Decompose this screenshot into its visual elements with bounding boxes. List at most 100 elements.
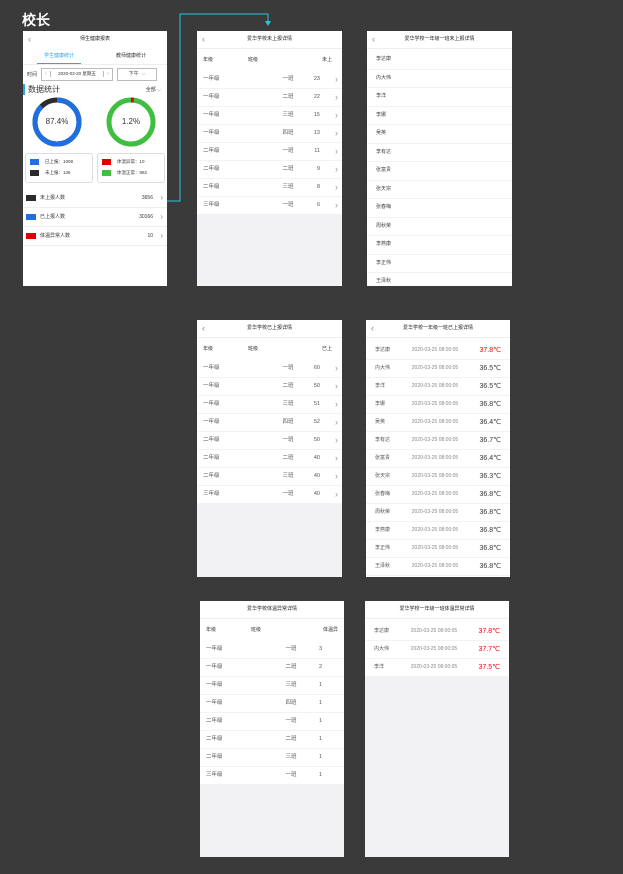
table-row[interactable]: 张富贵 2020-03-25 08:00:05 36.4℃ xyxy=(366,450,510,468)
table-row[interactable]: 一年级 二班 2 xyxy=(200,659,344,677)
list-item[interactable]: 张富贵 xyxy=(367,162,512,181)
date-picker[interactable]: ‹ 2020-03-20 星期五 › xyxy=(41,67,114,81)
table-row[interactable]: 一年级 二班 50 › xyxy=(197,378,342,396)
count-cell: 1 xyxy=(318,754,322,760)
table-row[interactable]: 二年级 二班 40 › xyxy=(197,450,342,468)
name-list: 李达康 内大伟 李洋 李娜 吴英 李有达 张富贵 张天宗 张春梅 周秋荣 李燕康 李正伟 王泽秋 xyxy=(367,49,512,286)
table-row[interactable]: 李达康 2020-03-25 08:00:05 37.8℃ xyxy=(366,342,510,360)
list-item[interactable]: 李娜 xyxy=(367,107,512,125)
back-icon[interactable]: ‹ xyxy=(28,31,31,47)
table-row[interactable]: 内大伟 2020-03-25 08:00:05 37.7℃ xyxy=(365,641,509,659)
table-row[interactable]: 二年级 三班 8 › xyxy=(197,179,342,197)
class-cell: 二班 xyxy=(282,94,294,100)
tab-teacher-health[interactable]: 教师健康统计 xyxy=(95,48,167,64)
chevron-right-icon: › xyxy=(335,164,338,174)
list-item[interactable]: 李达康 xyxy=(367,51,512,70)
chevron-right-icon: › xyxy=(335,489,338,499)
table-row[interactable]: 三年级 一班 6 › xyxy=(197,197,342,215)
class-cell: 一班 xyxy=(282,202,294,208)
table-row[interactable]: 二年级 三班 40 › xyxy=(197,468,342,486)
stat-row-reported[interactable]: 已上报人数 30166 › xyxy=(23,208,167,227)
table-row[interactable]: 吴英 2020-03-25 08:00:05 36.4℃ xyxy=(366,414,510,432)
table-row[interactable]: 二年级 二班 1 xyxy=(200,731,344,749)
count-cell: 51 xyxy=(313,401,320,407)
prev-date-icon[interactable]: ‹ xyxy=(42,71,52,77)
count-cell: 1 xyxy=(318,772,322,778)
column-header: 年级 xyxy=(203,346,214,352)
student-name: 张富贵 xyxy=(375,455,391,461)
list-item[interactable]: 张天宗 xyxy=(367,181,512,199)
class-cell: 三班 xyxy=(282,401,294,407)
table-row[interactable]: 王泽秋 2020-03-25 08:00:05 36.8℃ xyxy=(366,558,510,576)
table-row[interactable]: 张天宗 2020-03-25 08:00:05 36.3℃ xyxy=(366,468,510,486)
stat-list: 未上报人数 3656 › 已上报人数 30166 › 体温异常人数 10 › xyxy=(23,189,167,246)
table-row[interactable]: 三年级 一班 40 › xyxy=(197,486,342,504)
table-row[interactable]: 周秋荣 2020-03-25 08:00:05 36.8℃ xyxy=(366,504,510,522)
list-item[interactable]: 张春梅 xyxy=(367,199,512,218)
nav-title: 爱华学校未上报详情 xyxy=(246,36,292,42)
table-row[interactable]: 一年级 四班 13 › xyxy=(197,125,342,143)
list-item[interactable]: 内大伟 xyxy=(367,70,512,88)
list-item[interactable]: 周秋荣 xyxy=(367,218,512,236)
chevron-right-icon: › xyxy=(335,399,338,409)
list-item[interactable]: 王泽秋 xyxy=(367,273,512,286)
table-row[interactable]: 一年级 三班 51 › xyxy=(197,396,342,414)
period-select[interactable]: 下午 ⌵ xyxy=(117,67,158,81)
table-row[interactable]: 一年级 一班 23 › xyxy=(197,71,342,89)
table-row[interactable]: 李有达 2020-03-25 08:00:05 36.7℃ xyxy=(366,432,510,450)
stat-value: 10 xyxy=(147,233,153,239)
table-row[interactable]: 李燕康 2020-03-25 08:00:05 36.8℃ xyxy=(366,522,510,540)
table-row[interactable]: 一年级 三班 1 xyxy=(200,677,344,695)
count-cell: 40 xyxy=(313,473,320,479)
list-item[interactable]: 李正伟 xyxy=(367,255,512,273)
table-row[interactable]: 二年级 一班 50 › xyxy=(197,432,342,450)
scope-value: 全部 xyxy=(145,86,156,93)
tab-student-health[interactable]: 学生健康统计 xyxy=(23,48,95,64)
ring1-percent: 87.4% xyxy=(45,117,69,126)
list-item[interactable]: 李燕康 xyxy=(367,236,512,255)
back-icon[interactable]: ‹ xyxy=(202,31,205,47)
table-row[interactable]: 二年级 一班 1 xyxy=(200,713,344,731)
count-cell: 60 xyxy=(313,365,320,371)
table-row[interactable]: 内大伟 2020-03-25 08:00:05 36.5℃ xyxy=(366,360,510,378)
back-icon[interactable]: ‹ xyxy=(372,31,375,47)
legend-swatch xyxy=(102,169,111,176)
table-row[interactable]: 李洋 2020-03-25 08:00:05 36.5℃ xyxy=(366,378,510,396)
chevron-right-icon: › xyxy=(335,146,338,156)
scope-select[interactable]: 全部 ⌵ xyxy=(146,86,161,93)
table-row[interactable]: 一年级 四班 52 › xyxy=(197,414,342,432)
table-row[interactable]: 一年级 二班 22 › xyxy=(197,89,342,107)
tab-underline xyxy=(37,63,81,64)
stat-row-unreported[interactable]: 未上报人数 3656 › xyxy=(23,189,167,208)
legend-item: 已上报：1008 xyxy=(30,156,88,167)
temperature-value: 37.8℃ xyxy=(478,628,501,635)
table-row[interactable]: 二年级 二班 9 › xyxy=(197,161,342,179)
list-item[interactable]: 吴英 xyxy=(367,125,512,144)
list-item[interactable]: 李洋 xyxy=(367,88,512,107)
table-row[interactable]: 一年级 三班 15 › xyxy=(197,107,342,125)
stat-row-abnormal[interactable]: 体温异常人数 10 › xyxy=(23,227,167,246)
list-item[interactable]: 李有达 xyxy=(367,144,512,162)
table-row[interactable]: 一年级 四班 1 xyxy=(200,695,344,713)
class-cell: 二班 xyxy=(282,166,294,172)
table-row[interactable]: 二年级 一班 11 › xyxy=(197,143,342,161)
chevron-right-icon: › xyxy=(160,193,163,202)
table-row[interactable]: 三年级 一班 1 xyxy=(200,767,344,785)
table-row[interactable]: 李达康 2020-03-25 08:00:05 37.8℃ xyxy=(365,623,509,641)
column-header: 已上报人数 xyxy=(321,346,332,396)
table-row[interactable]: 张春梅 2020-03-25 08:00:05 36.8℃ xyxy=(366,486,510,504)
table-row[interactable]: 一年级 一班 3 xyxy=(200,641,344,659)
table-row[interactable]: 二年级 三班 1 xyxy=(200,749,344,767)
back-icon[interactable]: ‹ xyxy=(202,320,205,336)
table-row[interactable]: 李娜 2020-03-25 08:00:05 36.8℃ xyxy=(366,396,510,414)
next-date-icon[interactable]: › xyxy=(103,71,112,77)
table-row[interactable]: 李洋 2020-03-25 08:00:05 37.5℃ xyxy=(365,659,509,677)
back-icon[interactable]: ‹ xyxy=(371,320,374,336)
table-row[interactable]: 李正伟 2020-03-25 08:00:05 36.8℃ xyxy=(366,540,510,558)
table-row[interactable]: 一年级 一班 60 › xyxy=(197,360,342,378)
table-header: 年级 班级 已上报人数 xyxy=(197,338,342,396)
column-header: 体温异常人数 xyxy=(322,627,338,655)
temperature-value: 36.8℃ xyxy=(479,545,502,552)
count-cell: 1 xyxy=(318,682,322,688)
column-header: 年级 xyxy=(203,57,214,63)
